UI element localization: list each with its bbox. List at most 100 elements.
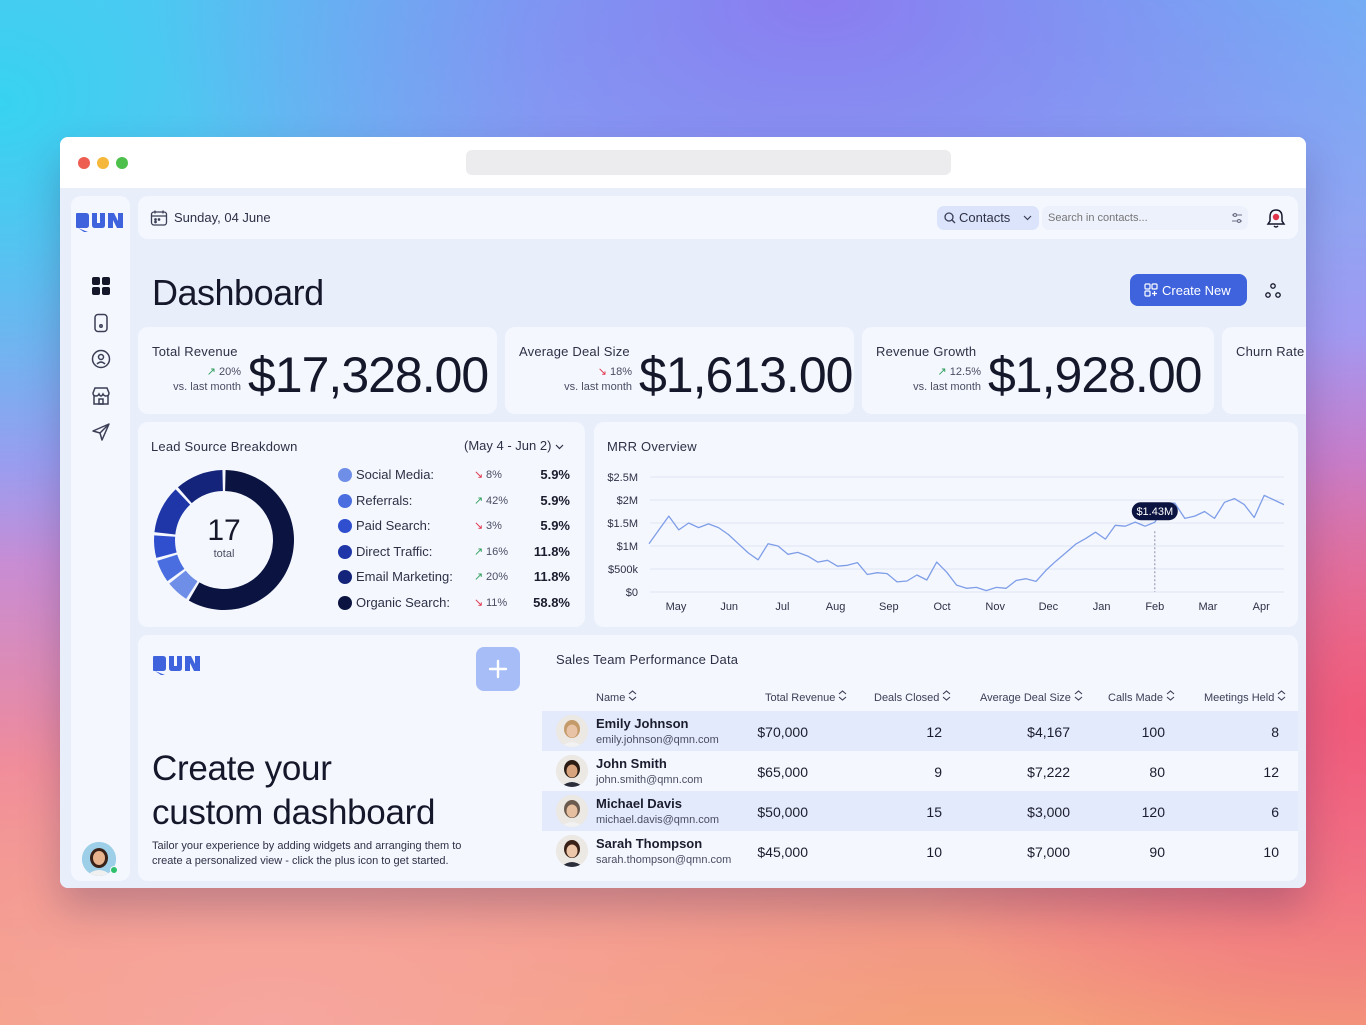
x-tick-label: Nov xyxy=(985,601,1005,613)
table-row[interactable]: Sarah Thompson sarah.thompson@qmn.com $4… xyxy=(542,831,1298,871)
maximize-window-button[interactable] xyxy=(116,157,128,169)
app-logo[interactable] xyxy=(75,208,125,234)
legend-swatch xyxy=(338,570,352,584)
arrow-up-icon: ↗ xyxy=(474,494,484,507)
date-range-label: (May 4 - Jun 2) xyxy=(464,438,552,453)
sort-icon[interactable] xyxy=(1074,690,1083,701)
create-new-label: Create New xyxy=(1162,283,1231,298)
row-calls-made: 90 xyxy=(1149,844,1165,860)
current-date: Sunday, 04 June xyxy=(174,210,271,225)
legend-change: 8% xyxy=(486,469,502,481)
nav-mobile-icon[interactable] xyxy=(90,312,112,334)
nav-contacts-icon[interactable] xyxy=(90,348,112,370)
filter-icon[interactable] xyxy=(1231,212,1243,224)
kpi-value: $1,928.00 xyxy=(988,347,1202,403)
sales-performance-card: Sales Team Performance Data Name Total R… xyxy=(542,635,1298,881)
chevron-down-icon xyxy=(555,444,564,450)
x-tick-label: Jan xyxy=(1093,601,1111,613)
row-total-revenue: $70,000 xyxy=(757,724,808,740)
avatar xyxy=(556,755,588,787)
mrr-overview-card: MRR Overview $2.5M $2M $1.5M $1M $500k $0 May J… xyxy=(594,422,1298,627)
create-new-button[interactable]: Create New xyxy=(1130,274,1247,306)
minimize-window-button[interactable] xyxy=(97,157,109,169)
row-name: Michael Davis xyxy=(596,796,682,811)
sort-icon[interactable] xyxy=(1166,690,1175,701)
y-tick-label: $0 xyxy=(626,587,638,599)
plus-icon xyxy=(488,659,508,679)
kpi-value: $1,613.00 xyxy=(639,347,853,403)
column-header[interactable]: Name xyxy=(596,690,637,704)
legend-change: 20% xyxy=(486,571,509,583)
sort-icon[interactable] xyxy=(1277,690,1286,701)
row-deals-closed: 10 xyxy=(926,844,942,860)
legend-item: Direct Traffic: ↗ 16% 11.8% xyxy=(338,542,578,562)
legend-name: Organic Search: xyxy=(356,594,450,610)
kpi-label: Revenue Growth xyxy=(876,344,977,359)
legend-item: Referrals: ↗ 42% 5.9% xyxy=(338,491,578,511)
table-row[interactable]: Michael Davis michael.davis@qmn.com $50,… xyxy=(542,791,1298,831)
table-row[interactable]: John Smith john.smith@qmn.com $65,000 9 … xyxy=(542,751,1298,791)
mrr-series-line xyxy=(648,494,1285,592)
lead-source-title: Lead Source Breakdown xyxy=(151,439,298,454)
promo-description: Tailor your experience by adding widgets… xyxy=(152,840,462,867)
y-tick-label: $500k xyxy=(608,564,638,576)
kpi-value: $17,328.00 xyxy=(248,347,489,403)
search-icon xyxy=(944,212,956,224)
column-header[interactable]: Total Revenue xyxy=(765,690,847,704)
sort-icon[interactable] xyxy=(942,690,951,701)
kpi-label: Average Deal Size xyxy=(519,344,630,359)
share-icon[interactable] xyxy=(1264,282,1282,300)
x-tick-label: Feb xyxy=(1145,601,1164,613)
legend-value: 58.8% xyxy=(533,594,570,610)
row-meetings-held: 8 xyxy=(1271,724,1279,740)
x-tick-label: Mar xyxy=(1199,601,1218,613)
row-email: sarah.thompson@qmn.com xyxy=(596,854,732,866)
x-tick-label: Aug xyxy=(826,601,846,613)
browser-window: Sunday, 04 June Contacts Dashboard Creat… xyxy=(60,137,1306,888)
browser-titlebar xyxy=(60,137,1306,188)
kpi-change: ↗ 12.5% vs. last month xyxy=(913,366,981,393)
avatar xyxy=(556,715,588,747)
table-row[interactable]: Emily Johnson emily.johnson@qmn.com $70,… xyxy=(542,711,1298,751)
nav-send-icon[interactable] xyxy=(90,421,112,443)
close-window-button[interactable] xyxy=(78,157,90,169)
row-meetings-held: 12 xyxy=(1263,764,1279,780)
notification-bell-icon[interactable] xyxy=(1265,207,1287,229)
legend-change: 42% xyxy=(486,494,509,507)
legend-change: 3% xyxy=(486,520,502,532)
search-input[interactable] xyxy=(1048,209,1218,227)
address-bar[interactable] xyxy=(466,150,951,175)
add-widget-button[interactable] xyxy=(476,647,520,691)
date-range-dropdown[interactable]: (May 4 - Jun 2) xyxy=(464,438,564,453)
x-tick-label: Oct xyxy=(933,601,950,613)
search-field[interactable] xyxy=(1042,206,1248,230)
legend-name: Referrals: xyxy=(356,492,413,508)
column-header[interactable]: Calls Made xyxy=(1108,690,1175,704)
column-header[interactable]: Average Deal Size xyxy=(980,690,1083,704)
chevron-down-icon xyxy=(1023,215,1032,221)
nav-store-icon[interactable] xyxy=(90,385,112,407)
mrr-line-chart: $2.5M $2M $1.5M $1M $500k $0 May Jun Jul Aug Sep Oc… xyxy=(607,472,1285,613)
x-tick-label: Jul xyxy=(775,601,789,613)
y-tick-label: $1M xyxy=(617,541,638,553)
column-header[interactable]: Meetings Held xyxy=(1204,690,1286,704)
legend-swatch xyxy=(338,595,352,610)
column-header[interactable]: Deals Closed xyxy=(874,690,951,704)
legend-change: 16% xyxy=(486,545,509,558)
sort-icon[interactable] xyxy=(838,690,847,701)
sort-icon[interactable] xyxy=(628,690,637,701)
search-scope-label: Contacts xyxy=(959,210,1011,225)
x-tick-label: Sep xyxy=(879,601,899,613)
legend-value: 5.9% xyxy=(540,467,570,482)
promo-logo xyxy=(153,656,200,675)
legend-name: Paid Search: xyxy=(356,518,431,533)
search-scope-dropdown[interactable]: Contacts xyxy=(937,206,1039,230)
x-tick-label: May xyxy=(666,601,687,613)
row-calls-made: 80 xyxy=(1149,764,1165,780)
nav-dashboard-icon[interactable] xyxy=(90,275,112,297)
app-content: Sunday, 04 June Contacts Dashboard Creat… xyxy=(60,188,1306,888)
donut-total-value: 17 xyxy=(207,514,241,547)
legend-item: Social Media: ↘ 8% 5.9% xyxy=(338,465,578,485)
row-calls-made: 120 xyxy=(1141,804,1165,820)
y-tick-label: $1.5M xyxy=(607,518,638,530)
